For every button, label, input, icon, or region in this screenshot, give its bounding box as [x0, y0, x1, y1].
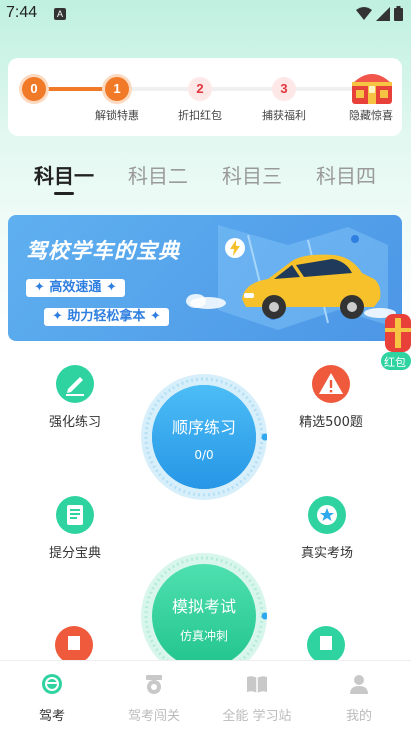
- reward-progress-card[interactable]: 0 1 2 3 解锁特惠 折扣红包 捕获福利 隐藏惊喜: [8, 58, 402, 136]
- open-book-icon: [247, 676, 267, 693]
- step-2-label: 折扣红包: [178, 109, 222, 122]
- nav-driving-test-label: 驾考: [38, 709, 65, 724]
- bottom-nav: 驾考 驾考闯关 全能 学习站 我的: [0, 660, 411, 730]
- error-book-icon[interactable]: [55, 626, 93, 664]
- tab-subject-4[interactable]: 科目四: [306, 160, 386, 189]
- selected-500[interactable]: 精选500题: [291, 365, 371, 430]
- notification-icon: A: [54, 8, 66, 20]
- tab-subject-2[interactable]: 科目二: [118, 160, 198, 189]
- red-packet-label: 红包: [384, 356, 406, 369]
- score-booster[interactable]: 提分宝典: [35, 496, 115, 561]
- sequential-progress: 0/0: [194, 448, 214, 462]
- mock-exam-subtitle: 仿真冲刺: [179, 629, 228, 643]
- steering-wheel-icon: [42, 674, 62, 694]
- sequential-practice-button[interactable]: 顺序练习 0/0: [141, 374, 267, 500]
- nav-driving-test[interactable]: 驾考: [2, 673, 102, 724]
- banner-pill-license: ✦ 助力轻松拿本 ✦: [44, 308, 169, 326]
- improve-label: 提分宝典: [48, 546, 101, 561]
- wifi-icon: [356, 6, 372, 20]
- lightning-icon: [225, 238, 245, 258]
- tab-subject-3[interactable]: 科目三: [212, 160, 292, 189]
- red-packet-float[interactable]: 红包: [381, 314, 411, 372]
- step-2-dot: 2: [188, 77, 212, 101]
- medal-icon: [146, 675, 162, 694]
- selected500-label: 精选500题: [299, 415, 363, 430]
- final-step-label: 隐藏惊喜: [349, 109, 393, 122]
- collection-icon[interactable]: [307, 626, 345, 664]
- banner-title: 驾校学车的宝典: [26, 239, 180, 263]
- status-bar: 7:44 A: [0, 0, 411, 30]
- battery-icon: [394, 6, 403, 21]
- pencil-icon: [56, 365, 94, 403]
- treasure-chest-icon[interactable]: [350, 68, 394, 106]
- real-exam-room[interactable]: 真实考场: [287, 496, 367, 561]
- strengthen-label: 强化练习: [48, 415, 101, 430]
- nav-mine[interactable]: 我的: [309, 673, 409, 724]
- star-badge-icon: [308, 496, 346, 534]
- step-1-label: 解锁特惠: [95, 109, 139, 122]
- step-3-label: 捕获福利: [262, 109, 306, 122]
- sequential-title: 顺序练习: [171, 418, 236, 437]
- promo-banner[interactable]: 驾校学车的宝典 ✦ 高效速通 ✦ ✦ 助力轻松拿本 ✦: [8, 215, 402, 341]
- nav-challenge-label: 驾考闯关: [127, 709, 180, 724]
- tab-subject-1[interactable]: 科目一: [24, 160, 104, 189]
- nav-study-station[interactable]: 全能 学习站: [207, 673, 307, 724]
- warning-icon: [312, 365, 350, 403]
- user-icon: [350, 675, 368, 694]
- banner-pill-fast: ✦ 高效速通 ✦: [26, 279, 125, 297]
- book-icon: [56, 496, 94, 534]
- signal-icon: [376, 6, 390, 21]
- nav-mine-label: 我的: [345, 709, 372, 724]
- real-exam-label: 真实考场: [300, 546, 353, 561]
- mock-exam-title: 模拟考试: [171, 597, 236, 616]
- subject-tabs: 科目一 科目二 科目三 科目四: [0, 156, 411, 196]
- step-1-dot: 1: [105, 77, 129, 101]
- car-illustration: [242, 254, 381, 319]
- nav-challenge[interactable]: 驾考闯关: [104, 673, 204, 724]
- step-3-dot: 3: [272, 77, 296, 101]
- status-time: 7:44: [6, 4, 38, 21]
- active-tab-indicator: [54, 192, 74, 195]
- step-0-dot: 0: [22, 77, 46, 101]
- strengthen-practice[interactable]: 强化练习: [35, 365, 115, 430]
- nav-study-station-label: 全能 学习站: [222, 709, 292, 724]
